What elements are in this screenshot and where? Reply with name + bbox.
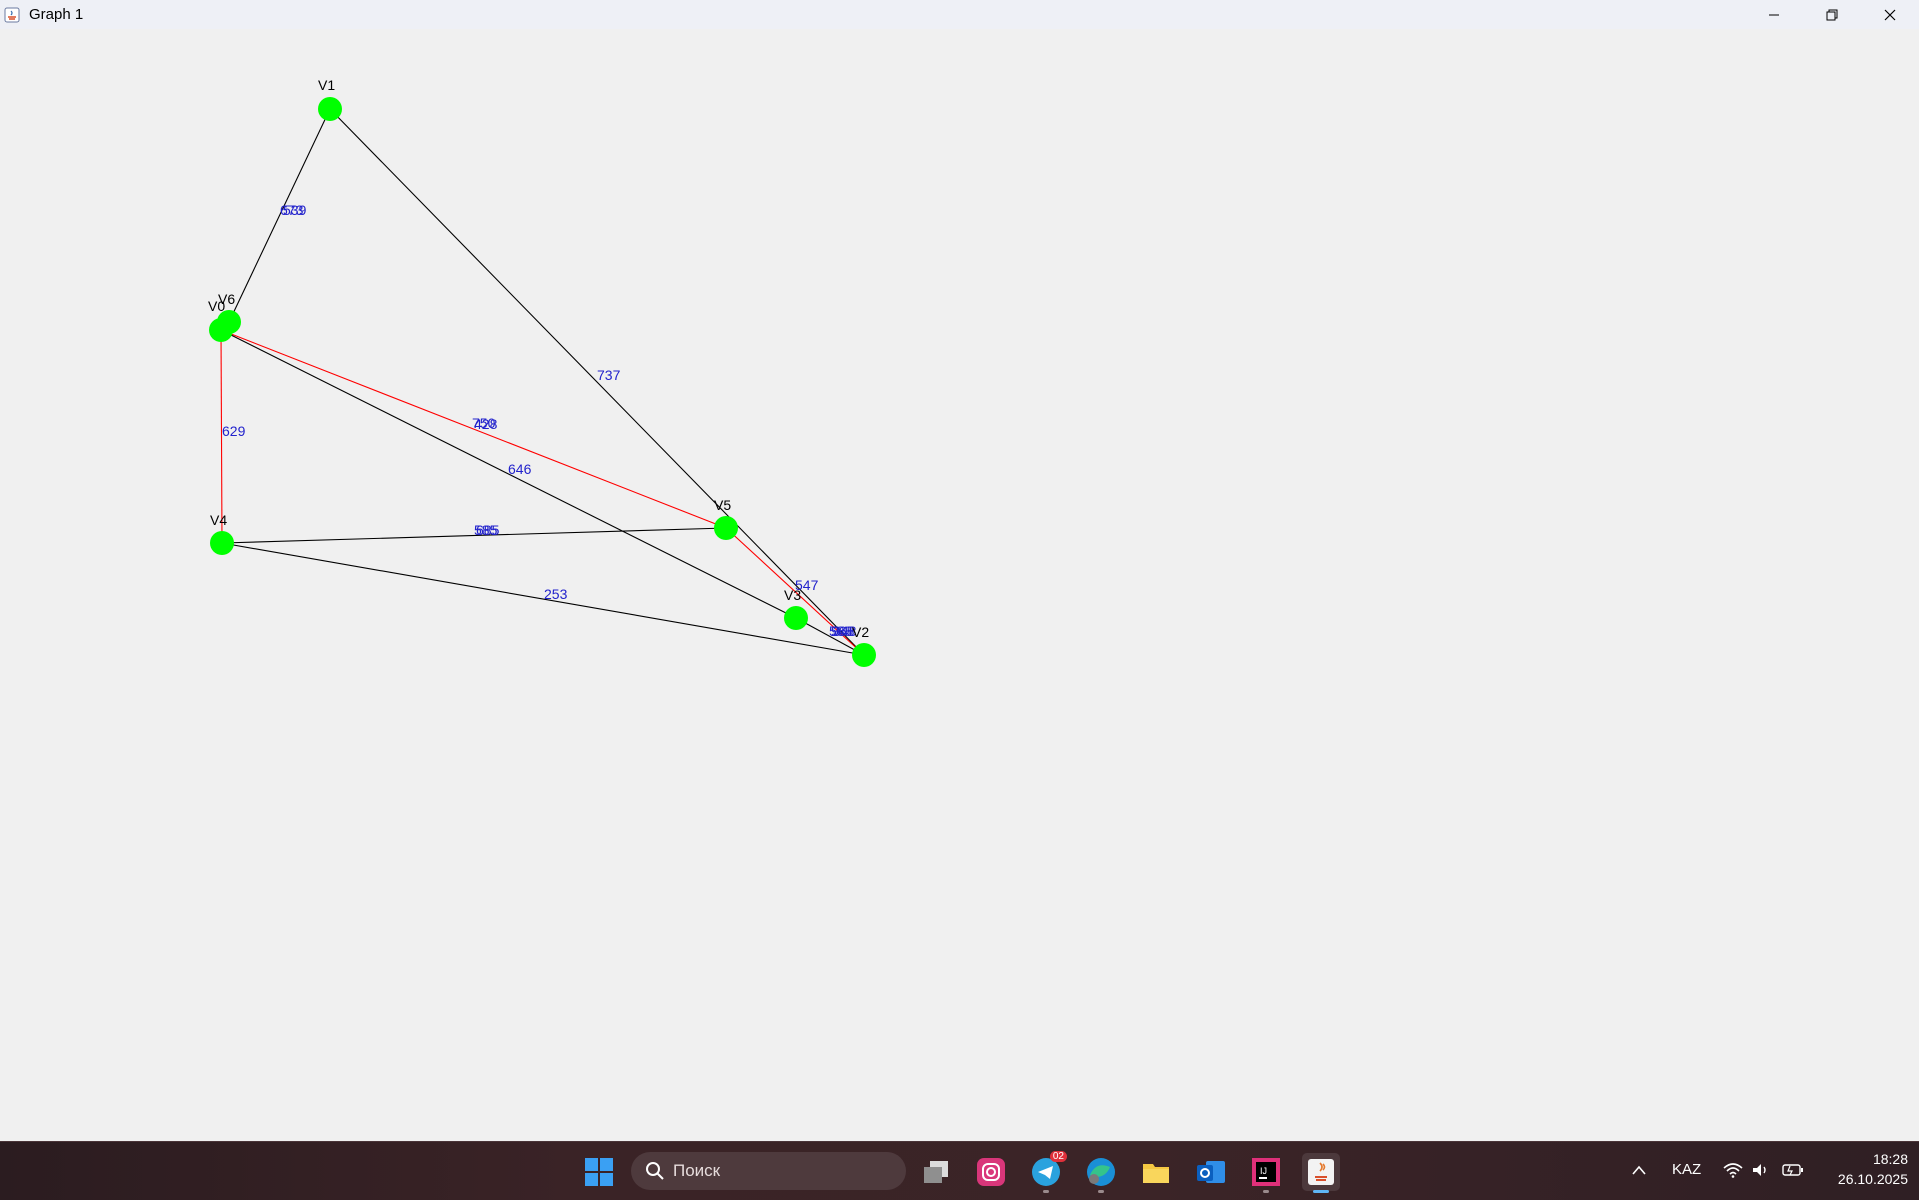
window-title: Graph 1 [29,6,84,23]
running-indicator [1263,1190,1269,1193]
vertex-label-v0: V0 [208,298,225,314]
vertex-v2[interactable] [852,643,876,667]
outlook-icon [1197,1161,1225,1183]
vertex-v4[interactable] [210,531,234,555]
edge-weight-label: 737 [597,367,621,383]
speaker-icon [1753,1164,1766,1176]
window-title-bar: Graph 1 [0,0,1919,29]
instagram-app[interactable] [972,1153,1010,1191]
edges [220,108,865,656]
java-icon [1308,1159,1334,1185]
minimize-icon [1769,14,1779,15]
edge-weight-label: 253 [544,586,568,602]
battery-status[interactable] [1782,1159,1804,1181]
battery-icon [1782,1164,1803,1176]
task-view-button[interactable] [917,1153,955,1191]
windows-start-icon [585,1158,613,1186]
edge-weight-label: 539 [283,202,307,218]
wifi-status[interactable] [1722,1159,1744,1181]
edge-weight-label: 428 [474,416,498,432]
wifi-icon [1723,1163,1743,1178]
telegram-app[interactable]: 02 [1027,1151,1067,1193]
svg-text:IJ: IJ [1260,1166,1267,1176]
edge-weight-label: 685 [476,522,500,538]
show-hidden-icons-button[interactable] [1628,1159,1650,1181]
volume-control[interactable] [1750,1159,1772,1181]
clock-date: 26.10.2025 [1837,1171,1908,1187]
java-app[interactable] [1302,1153,1340,1193]
graph-svg: 673 539 737 629 750 428 646 585 685 253 … [208,77,876,667]
system-clock[interactable]: 18:28 26.10.2025 [1808,1149,1908,1189]
start-button[interactable] [580,1153,618,1191]
close-button[interactable] [1861,0,1919,29]
vertices [209,97,876,667]
vertex-label-v5: V5 [714,497,731,513]
edge-browser-app[interactable] [1082,1153,1120,1193]
restore-icon [1826,9,1838,20]
vertex-v0[interactable] [209,318,233,342]
telegram-badge: 02 [1049,1151,1067,1162]
taskbar-search[interactable]: Поиск [631,1152,906,1190]
edge-weight-label: 629 [222,423,246,439]
chevron-up-icon [1632,1165,1646,1175]
search-placeholder: Поиск [673,1161,721,1180]
running-indicator [1043,1190,1049,1193]
edge-weight-label: 646 [508,461,532,477]
vertex-v1[interactable] [318,97,342,121]
graph-canvas[interactable]: 673 539 737 629 750 428 646 585 685 253 … [0,29,1919,1141]
instagram-icon [977,1158,1005,1186]
vertex-label-v4: V4 [210,512,227,528]
vertex-label-v2: V2 [852,624,869,640]
active-indicator [1313,1190,1329,1193]
vertex-label-v3: V3 [784,587,801,603]
task-view-icon [924,1161,948,1183]
edge-browser-icon [1087,1158,1115,1186]
outlook-app[interactable] [1192,1153,1230,1191]
file-explorer-app[interactable] [1137,1153,1175,1191]
vertex-v5[interactable] [714,516,738,540]
minimize-button[interactable] [1745,0,1803,29]
vertex-labels: V1 V6 V0 V4 V5 V3 V2 [208,77,869,640]
intellij-icon: IJ [1252,1158,1280,1186]
intellij-app[interactable]: IJ [1247,1153,1285,1193]
vertex-v3[interactable] [784,606,808,630]
input-language[interactable]: KAZ [1672,1161,1701,1178]
folder-icon [1143,1164,1169,1183]
edge-weights: 673 539 737 629 750 428 646 585 685 253 … [222,202,857,639]
java-app-icon [3,6,21,24]
running-indicator [1098,1190,1104,1193]
edge-v4-v2 [221,542,865,656]
clock-time: 18:28 [1872,1151,1908,1167]
restore-button[interactable] [1803,0,1861,29]
close-icon [1884,9,1896,20]
search-icon [646,1162,664,1180]
vertex-label-v1: V1 [318,77,335,93]
